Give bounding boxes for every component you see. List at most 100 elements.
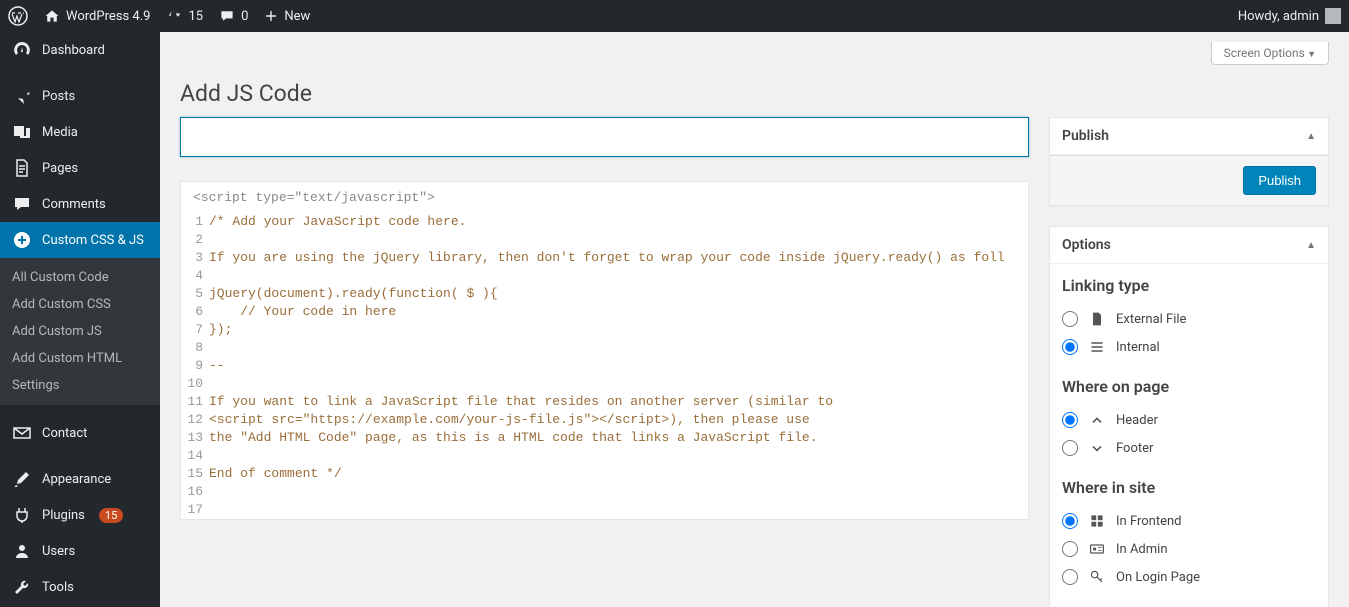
howdy-text: Howdy, admin	[1238, 9, 1319, 24]
option-label: On Login Page	[1116, 570, 1200, 585]
site-frontend[interactable]: In Frontend	[1062, 507, 1316, 535]
comments-count: 0	[241, 9, 248, 24]
page-title: Add JS Code	[180, 65, 1329, 117]
avatar	[1325, 8, 1341, 24]
option-label: Internal	[1116, 340, 1160, 355]
where-on-page-heading: Where on page	[1062, 377, 1316, 396]
publish-box: Publish ▲ Publish	[1049, 117, 1329, 206]
option-label: Header	[1116, 413, 1158, 428]
chevron-up-icon	[1088, 411, 1106, 429]
comments-link[interactable]: 0	[219, 8, 248, 24]
submenu-add-custom-html[interactable]: Add Custom HTML	[0, 345, 160, 372]
main-content: Screen Options Add JS Code <script type=…	[160, 32, 1349, 607]
brush-icon	[12, 469, 32, 489]
editor-script-tag: <script type="text/javascript">	[181, 182, 1028, 213]
site-name: WordPress 4.9	[66, 9, 150, 24]
linking-external-radio[interactable]	[1062, 311, 1078, 327]
plus-icon	[264, 9, 278, 23]
submenu-add-custom-js[interactable]: Add Custom JS	[0, 318, 160, 345]
sidebar-item-posts[interactable]: Posts	[0, 78, 160, 114]
sidebar-item-pages[interactable]: Pages	[0, 150, 160, 186]
options-box: Options ▲ Linking type External File	[1049, 226, 1329, 607]
plugins-badge: 15	[99, 508, 123, 523]
sidebar-item-label: Dashboard	[42, 43, 105, 58]
file-icon	[1088, 310, 1106, 328]
options-title: Options	[1062, 237, 1111, 253]
screen-options-toggle[interactable]: Screen Options	[1211, 42, 1329, 65]
home-icon	[44, 8, 60, 24]
submenu-all-custom-code[interactable]: All Custom Code	[0, 264, 160, 291]
sidebar-item-label: Media	[42, 125, 78, 140]
plus-circle-icon	[12, 230, 32, 250]
where-header-radio[interactable]	[1062, 412, 1078, 428]
list-icon	[1088, 338, 1106, 356]
sidebar-item-label: Appearance	[42, 472, 111, 487]
site-admin-radio[interactable]	[1062, 541, 1078, 557]
publish-title: Publish	[1062, 128, 1109, 144]
sidebar-item-label: Custom CSS & JS	[42, 233, 144, 248]
key-icon	[1088, 568, 1106, 586]
site-frontend-radio[interactable]	[1062, 513, 1078, 529]
code-editor[interactable]: <script type="text/javascript"> 12345678…	[180, 181, 1029, 520]
admin-sidebar: Dashboard Posts Media Pages Comments Cus…	[0, 32, 160, 607]
site-login[interactable]: On Login Page	[1062, 563, 1316, 591]
users-icon	[12, 541, 32, 561]
sidebar-item-label: Posts	[42, 89, 75, 104]
grid-icon	[1088, 512, 1106, 530]
linking-type-heading: Linking type	[1062, 276, 1316, 295]
tools-icon	[12, 577, 32, 597]
sidebar-item-label: Comments	[42, 197, 106, 212]
sidebar-item-custom-css-js[interactable]: Custom CSS & JS	[0, 222, 160, 258]
mail-icon	[12, 423, 32, 443]
sidebar-item-dashboard[interactable]: Dashboard	[0, 32, 160, 68]
site-admin[interactable]: In Admin	[1062, 535, 1316, 563]
sidebar-item-users[interactable]: Users	[0, 533, 160, 569]
submenu-add-custom-css[interactable]: Add Custom CSS	[0, 291, 160, 318]
where-footer-radio[interactable]	[1062, 440, 1078, 456]
toggle-publish[interactable]: ▲	[1306, 131, 1316, 142]
wp-logo[interactable]	[8, 6, 28, 26]
sidebar-item-contact[interactable]: Contact	[0, 415, 160, 451]
sidebar-item-label: Tools	[42, 580, 74, 595]
where-footer[interactable]: Footer	[1062, 434, 1316, 462]
comments-icon	[12, 194, 32, 214]
code-lines[interactable]: /* Add your JavaScript code here. If you…	[209, 213, 1028, 519]
updates-count: 15	[188, 9, 203, 24]
plug-icon	[12, 505, 32, 525]
pin-icon	[12, 86, 32, 106]
sidebar-item-appearance[interactable]: Appearance	[0, 461, 160, 497]
dashboard-icon	[12, 40, 32, 60]
site-name-link[interactable]: WordPress 4.9	[44, 8, 150, 24]
line-gutter: 1234567891011121314151617	[181, 213, 209, 519]
linking-internal[interactable]: Internal	[1062, 333, 1316, 361]
sidebar-item-plugins[interactable]: Plugins 15	[0, 497, 160, 533]
pages-icon	[12, 158, 32, 178]
account-link[interactable]: Howdy, admin	[1238, 8, 1341, 24]
code-title-input[interactable]	[180, 117, 1029, 157]
sidebar-item-comments[interactable]: Comments	[0, 186, 160, 222]
sidebar-item-label: Pages	[42, 161, 78, 176]
toggle-options[interactable]: ▲	[1306, 240, 1316, 251]
sidebar-submenu: All Custom Code Add Custom CSS Add Custo…	[0, 258, 160, 405]
admin-topbar: WordPress 4.9 15 0 New Howdy, admin	[0, 0, 1349, 32]
comment-icon	[219, 8, 235, 24]
option-label: External File	[1116, 312, 1186, 327]
sidebar-item-label: Users	[42, 544, 75, 559]
where-in-site-heading: Where in site	[1062, 478, 1316, 497]
id-icon	[1088, 540, 1106, 558]
linking-internal-radio[interactable]	[1062, 339, 1078, 355]
where-header[interactable]: Header	[1062, 406, 1316, 434]
wordpress-icon	[8, 6, 28, 26]
option-label: In Admin	[1116, 542, 1168, 557]
submenu-settings[interactable]: Settings	[0, 372, 160, 399]
sidebar-item-tools[interactable]: Tools	[0, 569, 160, 605]
sidebar-item-media[interactable]: Media	[0, 114, 160, 150]
linking-external[interactable]: External File	[1062, 305, 1316, 333]
sidebar-item-label: Contact	[42, 426, 87, 441]
media-icon	[12, 122, 32, 142]
updates-link[interactable]: 15	[166, 8, 203, 24]
new-link[interactable]: New	[264, 9, 310, 24]
publish-button[interactable]: Publish	[1243, 166, 1316, 195]
site-login-radio[interactable]	[1062, 569, 1078, 585]
chevron-down-icon	[1088, 439, 1106, 457]
